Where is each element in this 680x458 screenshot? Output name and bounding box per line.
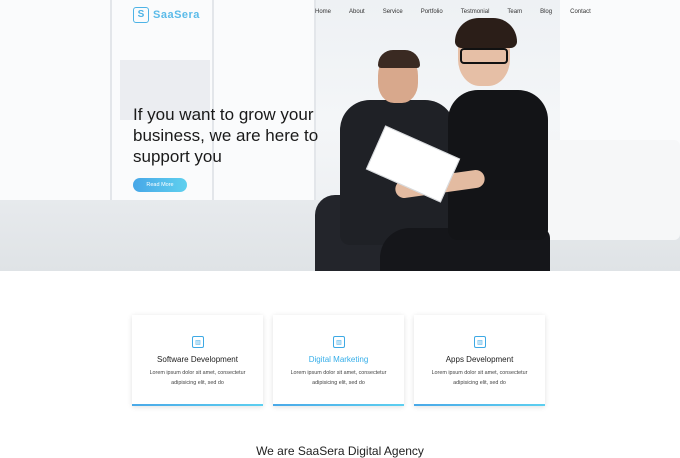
window-panel bbox=[0, 0, 112, 200]
chart-icon: ▥ bbox=[474, 336, 486, 348]
service-card[interactable]: ▥ Digital Marketing Lorem ipsum dolor si… bbox=[273, 315, 404, 406]
brand-name: SaaSera bbox=[153, 9, 200, 21]
man-figure bbox=[378, 50, 420, 68]
hero-headline: If you want to grow your business, we ar… bbox=[133, 105, 319, 166]
window-panel bbox=[214, 0, 316, 200]
glasses bbox=[460, 48, 508, 64]
nav-contact[interactable]: Contact bbox=[561, 9, 600, 15]
service-title: Apps Development bbox=[445, 355, 514, 364]
service-card[interactable]: ▥ Apps Development Lorem ipsum dolor sit… bbox=[414, 315, 545, 406]
service-title: Digital Marketing bbox=[308, 355, 369, 364]
woman-figure bbox=[455, 18, 517, 48]
nav-home[interactable]: Home bbox=[306, 9, 340, 15]
service-desc: Lorem ipsum dolor sit amet, consectetur … bbox=[290, 370, 387, 386]
nav-portfolio[interactable]: Portfolio bbox=[412, 9, 452, 15]
card-accent-bar bbox=[132, 404, 263, 406]
chart-icon: ▥ bbox=[333, 336, 345, 348]
card-accent-bar bbox=[414, 404, 545, 406]
nav-service[interactable]: Service bbox=[374, 9, 412, 15]
read-more-button[interactable]: Read More bbox=[133, 178, 187, 192]
section-heading: We are SaaSera Digital Agency bbox=[256, 444, 424, 458]
nav-team[interactable]: Team bbox=[498, 9, 531, 15]
services-row: ▥ Software Development Lorem ipsum dolor… bbox=[132, 315, 545, 406]
nav-testmonial[interactable]: Testmonial bbox=[452, 9, 499, 15]
nav-blog[interactable]: Blog bbox=[531, 9, 561, 15]
bench bbox=[540, 140, 680, 240]
card-accent-bar bbox=[273, 404, 404, 406]
service-desc: Lorem ipsum dolor sit amet, consectetur … bbox=[149, 370, 246, 386]
service-card[interactable]: ▥ Software Development Lorem ipsum dolor… bbox=[132, 315, 263, 406]
site-logo[interactable]: S SaaSera bbox=[133, 7, 200, 23]
nav-about[interactable]: About bbox=[340, 9, 374, 15]
service-desc: Lorem ipsum dolor sit amet, consectetur … bbox=[431, 370, 528, 386]
service-title: Software Development bbox=[157, 355, 238, 364]
logo-s-icon: S bbox=[133, 7, 149, 23]
woman-figure bbox=[448, 90, 548, 240]
chart-icon: ▥ bbox=[192, 336, 204, 348]
main-nav: Home About Service Portfolio Testmonial … bbox=[306, 9, 600, 15]
